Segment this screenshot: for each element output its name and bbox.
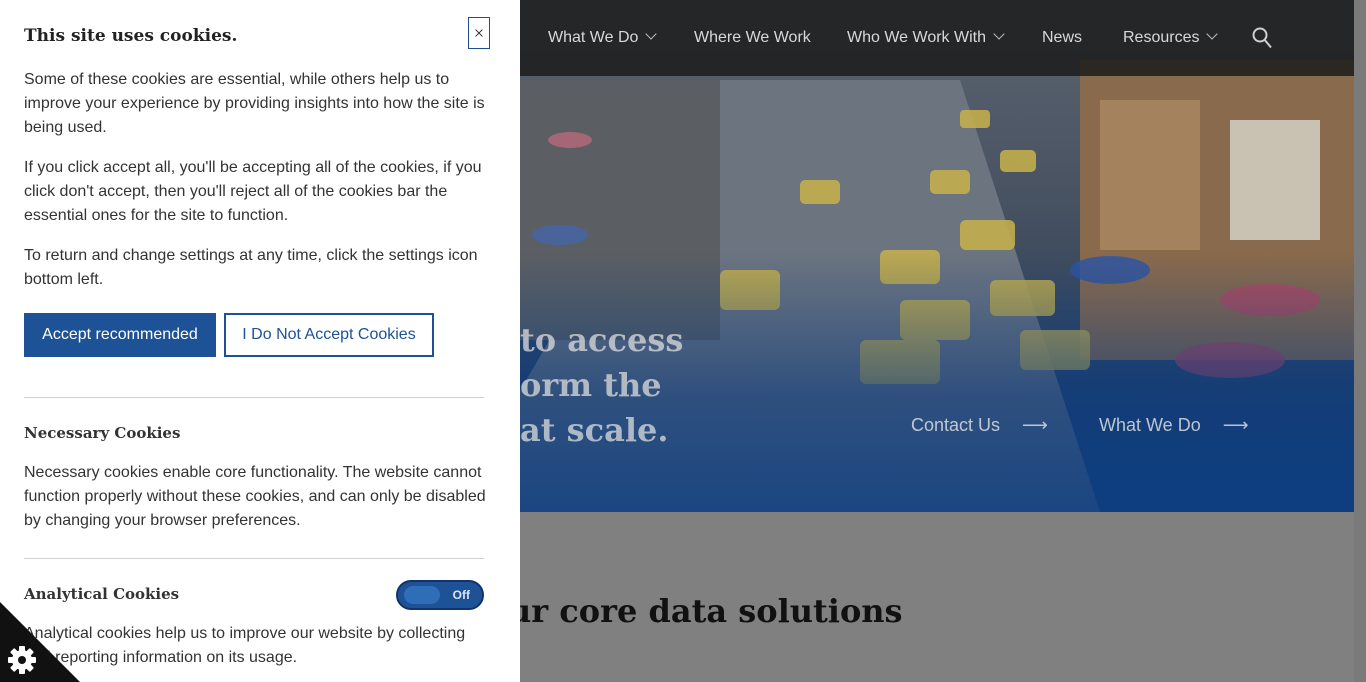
what-we-do-label: What We Do (1099, 415, 1201, 435)
nav-resources[interactable]: Resources (1123, 28, 1219, 47)
nav-news[interactable]: News (1042, 29, 1082, 47)
toggle-state-label: Off (452, 588, 470, 602)
chevron-down-icon (993, 28, 1005, 40)
decline-cookies-button[interactable]: I Do Not Accept Cookies (224, 313, 434, 357)
cookie-consent-panel: This site uses cookies. Some of these co… (0, 0, 520, 682)
cookie-intro-text: Some of these cookies are essential, whi… (24, 71, 485, 136)
toggle-knob (404, 586, 440, 604)
section-title: ur core data solutions (508, 592, 903, 630)
cookie-return-info-text: To return and change settings at any tim… (24, 247, 478, 288)
contact-us-link[interactable]: Contact Us ⟶ (911, 415, 1048, 436)
nav-who-we-work-with[interactable]: Who We Work With (847, 28, 1005, 47)
gear-icon (8, 646, 36, 674)
necessary-cookies-title: Necessary Cookies (24, 424, 181, 442)
contact-us-label: Contact Us (911, 415, 1001, 435)
chevron-down-icon (1206, 28, 1219, 40)
nav-label: Who We Work With (847, 29, 986, 46)
divider (24, 558, 484, 559)
analytical-cookies-toggle[interactable]: Off (396, 580, 484, 610)
chevron-down-icon (645, 28, 658, 40)
cookie-settings-button[interactable] (0, 602, 80, 682)
nav-label: Where We Work (694, 29, 811, 46)
nav-what-we-do[interactable]: What We Do (548, 28, 658, 47)
nav-label: Resources (1123, 29, 1200, 46)
close-icon (475, 29, 483, 37)
nav-label: What We Do (548, 29, 639, 46)
nav-where-we-work[interactable]: Where We Work (694, 29, 811, 47)
what-we-do-link[interactable]: What We Do ⟶ (1099, 415, 1249, 436)
hero-heading: to access orm the at scale. (520, 318, 683, 453)
analytical-cookies-title: Analytical Cookies (24, 585, 180, 603)
hero-heading-line: orm the (520, 366, 662, 404)
hero-heading-line: at scale. (520, 411, 669, 449)
close-button[interactable] (468, 17, 490, 49)
cookie-accept-info-text: If you click accept all, you'll be accep… (24, 159, 482, 224)
hero-heading-line: to access (520, 321, 684, 359)
divider (24, 397, 484, 398)
page-scrollbar[interactable] (1354, 0, 1366, 682)
arrow-right-icon: ⟶ (1022, 415, 1048, 435)
search-icon[interactable] (1252, 27, 1272, 49)
analytical-cookies-text: Analytical cookies help us to improve ou… (24, 625, 466, 666)
arrow-right-icon: ⟶ (1222, 415, 1249, 435)
accept-recommended-button[interactable]: Accept recommended (24, 313, 216, 357)
cookie-panel-title: This site uses cookies. (24, 26, 238, 46)
nav-label: News (1042, 29, 1083, 46)
necessary-cookies-text: Necessary cookies enable core functional… (24, 464, 486, 529)
